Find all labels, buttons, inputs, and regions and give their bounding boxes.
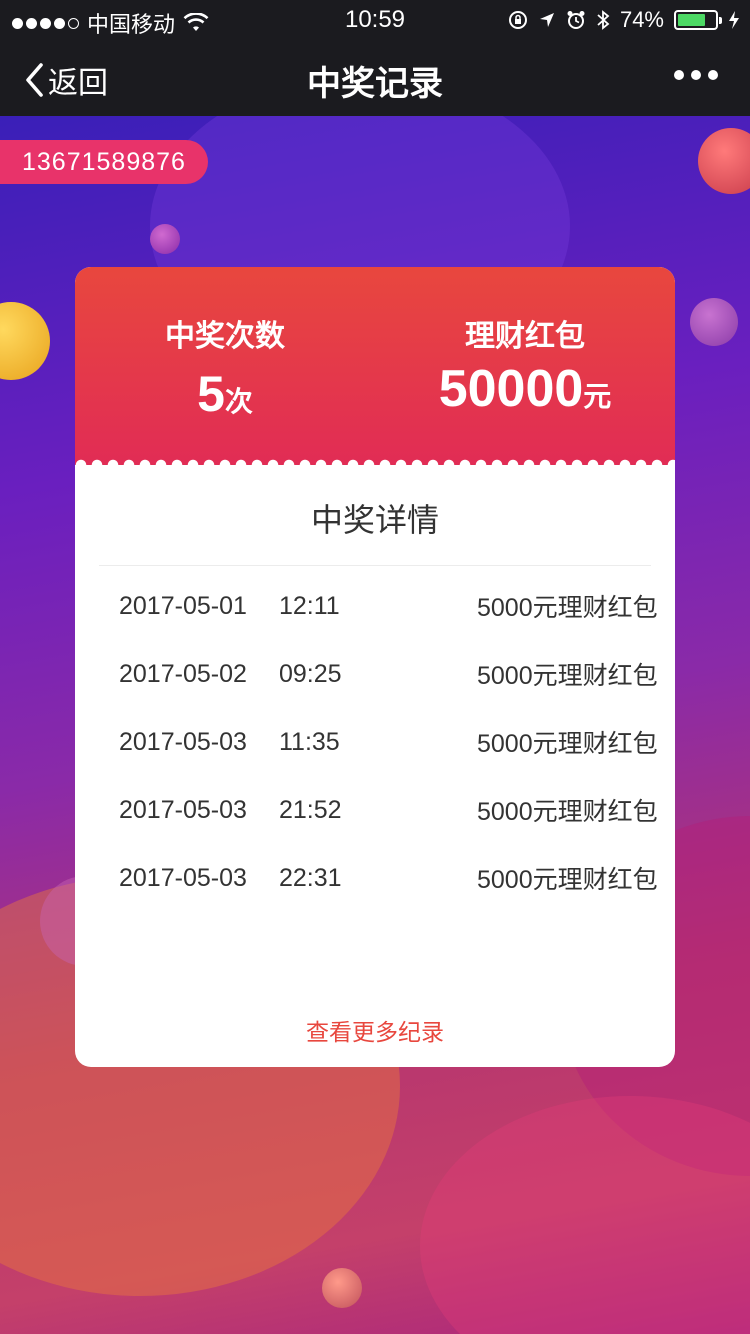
prize-time: 22:31 [279, 863, 342, 892]
details-title: 中奖详情 [310, 502, 439, 538]
win-count-value: 5次 [125, 365, 325, 423]
dot-icon [674, 70, 684, 80]
prize-name: 5000元理财红包 [477, 798, 658, 826]
dot-icon [691, 70, 701, 80]
status-bar: 中国移动 10:59 74% [0, 0, 750, 40]
scallop-edge [75, 459, 675, 471]
prize-date: 2017-05-01 [119, 591, 247, 620]
win-count-unit: 次 [224, 386, 253, 417]
prize-date: 2017-05-03 [119, 727, 247, 756]
prize-record-card: 中奖次数 5次 理财红包 50000元 中奖详情 2017-05-01 12:1… [75, 267, 675, 1067]
win-count-label: 中奖次数 [165, 320, 285, 353]
decor-bubble [690, 298, 738, 346]
prize-row: 2017-05-03 22:31 5000元理财红包 [75, 844, 675, 912]
prize-name: 5000元理财红包 [477, 662, 658, 690]
prize-list: 2017-05-01 12:11 5000元理财红包 2017-05-02 09… [75, 566, 675, 912]
prize-row: 2017-05-02 09:25 5000元理财红包 [75, 640, 675, 708]
win-count-number: 5 [197, 366, 225, 422]
more-menu-button[interactable] [674, 70, 718, 80]
prize-name: 5000元理财红包 [477, 866, 658, 894]
user-phone-badge: 13671589876 [0, 140, 208, 184]
decor-bubble [698, 128, 750, 194]
prize-row: 2017-05-03 11:35 5000元理财红包 [75, 708, 675, 776]
red-packet-amount: 50000 [438, 360, 584, 418]
background-blob [420, 1096, 750, 1334]
bluetooth-icon [597, 10, 610, 30]
prize-time: 09:25 [279, 659, 342, 688]
red-packet-value: 50000元 [405, 359, 645, 419]
prize-time: 21:52 [279, 795, 342, 824]
status-right: 74% [508, 7, 740, 33]
view-more-records-link[interactable]: 查看更多纪录 [75, 1013, 675, 1047]
prize-date: 2017-05-02 [119, 659, 247, 688]
red-packet-stat: 理财红包 50000元 [405, 311, 645, 419]
navigation-bar: 返回 中奖记录 [0, 40, 750, 116]
battery-percent: 74% [619, 7, 664, 32]
win-count-stat: 中奖次数 5次 [125, 311, 325, 423]
prize-name: 5000元理财红包 [477, 594, 658, 622]
red-packet-label: 理财红包 [465, 320, 585, 353]
prize-time: 11:35 [279, 727, 340, 756]
alarm-icon [567, 11, 585, 29]
decor-bubble [150, 224, 180, 254]
location-arrow-icon [539, 13, 554, 27]
decor-bubble [0, 302, 50, 380]
dot-icon [708, 70, 718, 80]
summary-header: 中奖次数 5次 理财红包 50000元 [75, 267, 675, 471]
page-content: 13671589876 中奖次数 5次 理财红包 50000元 中奖详情 201… [0, 116, 750, 1334]
prize-row: 2017-05-03 21:52 5000元理财红包 [75, 776, 675, 844]
prize-time: 12:11 [279, 591, 340, 620]
charging-bolt-icon [729, 11, 739, 29]
orientation-lock-icon [508, 11, 527, 29]
page-title: 中奖记录 [307, 65, 443, 103]
decor-bubble [322, 1268, 362, 1308]
red-packet-unit: 元 [583, 381, 612, 412]
battery-icon [674, 10, 722, 30]
prize-date: 2017-05-03 [119, 795, 247, 824]
prize-name: 5000元理财红包 [477, 730, 658, 758]
prize-date: 2017-05-03 [119, 863, 247, 892]
prize-row: 2017-05-01 12:11 5000元理财红包 [75, 572, 675, 640]
